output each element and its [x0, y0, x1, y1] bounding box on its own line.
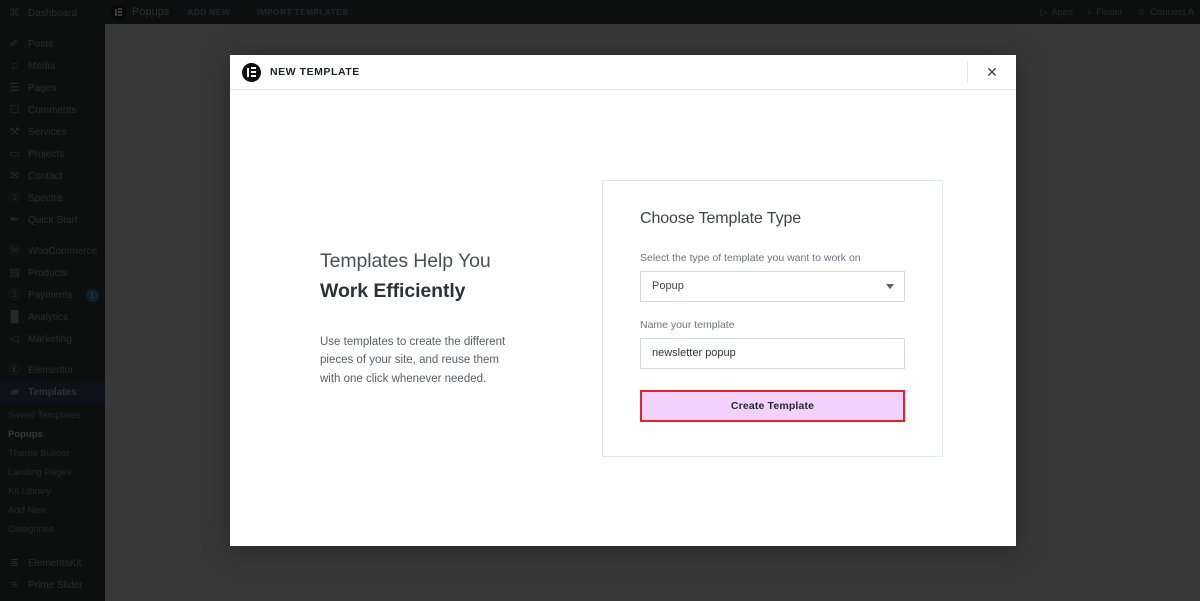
- promo-body-text: Use templates to create the different pi…: [320, 335, 506, 385]
- template-name-input[interactable]: [640, 337, 905, 369]
- elementor-logo-icon: [242, 62, 261, 82]
- template-type-card: Choose Template Type Select the type of …: [602, 179, 943, 457]
- close-icon[interactable]: ✕: [968, 55, 1016, 89]
- modal-body: Templates Help You Work Efficiently Use …: [230, 90, 1016, 546]
- promo-heading-line2: Work Efficiently: [320, 280, 466, 303]
- template-name-label: Name your template: [640, 318, 735, 331]
- promo-panel: Templates Help You Work Efficiently Use …: [270, 247, 560, 388]
- new-template-modal: NEW TEMPLATE ✕ Templates Help You Work E…: [230, 55, 1016, 546]
- promo-heading-line1: Templates Help You: [320, 250, 491, 273]
- screen-root: ⌘Dashboard✐Posts♫Media☰Pages☐Comments⚒Se…: [0, 0, 1200, 601]
- template-type-value: Popup: [652, 280, 684, 292]
- card-heading: Choose Template Type: [640, 209, 802, 227]
- template-type-label: Select the type of template you want to …: [640, 251, 861, 264]
- promo-heading: Templates Help You Work Efficiently: [320, 247, 540, 306]
- modal-title: NEW TEMPLATE: [270, 66, 360, 78]
- modal-header: NEW TEMPLATE ✕: [230, 55, 1016, 90]
- template-type-select[interactable]: Popup: [640, 270, 905, 302]
- cta-wrapper: Create Template: [640, 389, 905, 422]
- create-template-button[interactable]: Create Template: [640, 389, 905, 422]
- modal-header-actions: ✕: [967, 55, 1016, 89]
- chevron-down-icon: [886, 283, 894, 289]
